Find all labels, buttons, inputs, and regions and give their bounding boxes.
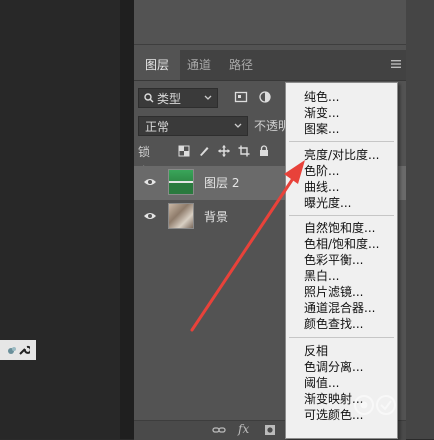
- watermark-logo: [354, 395, 396, 415]
- annotation-arrow: [190, 160, 305, 332]
